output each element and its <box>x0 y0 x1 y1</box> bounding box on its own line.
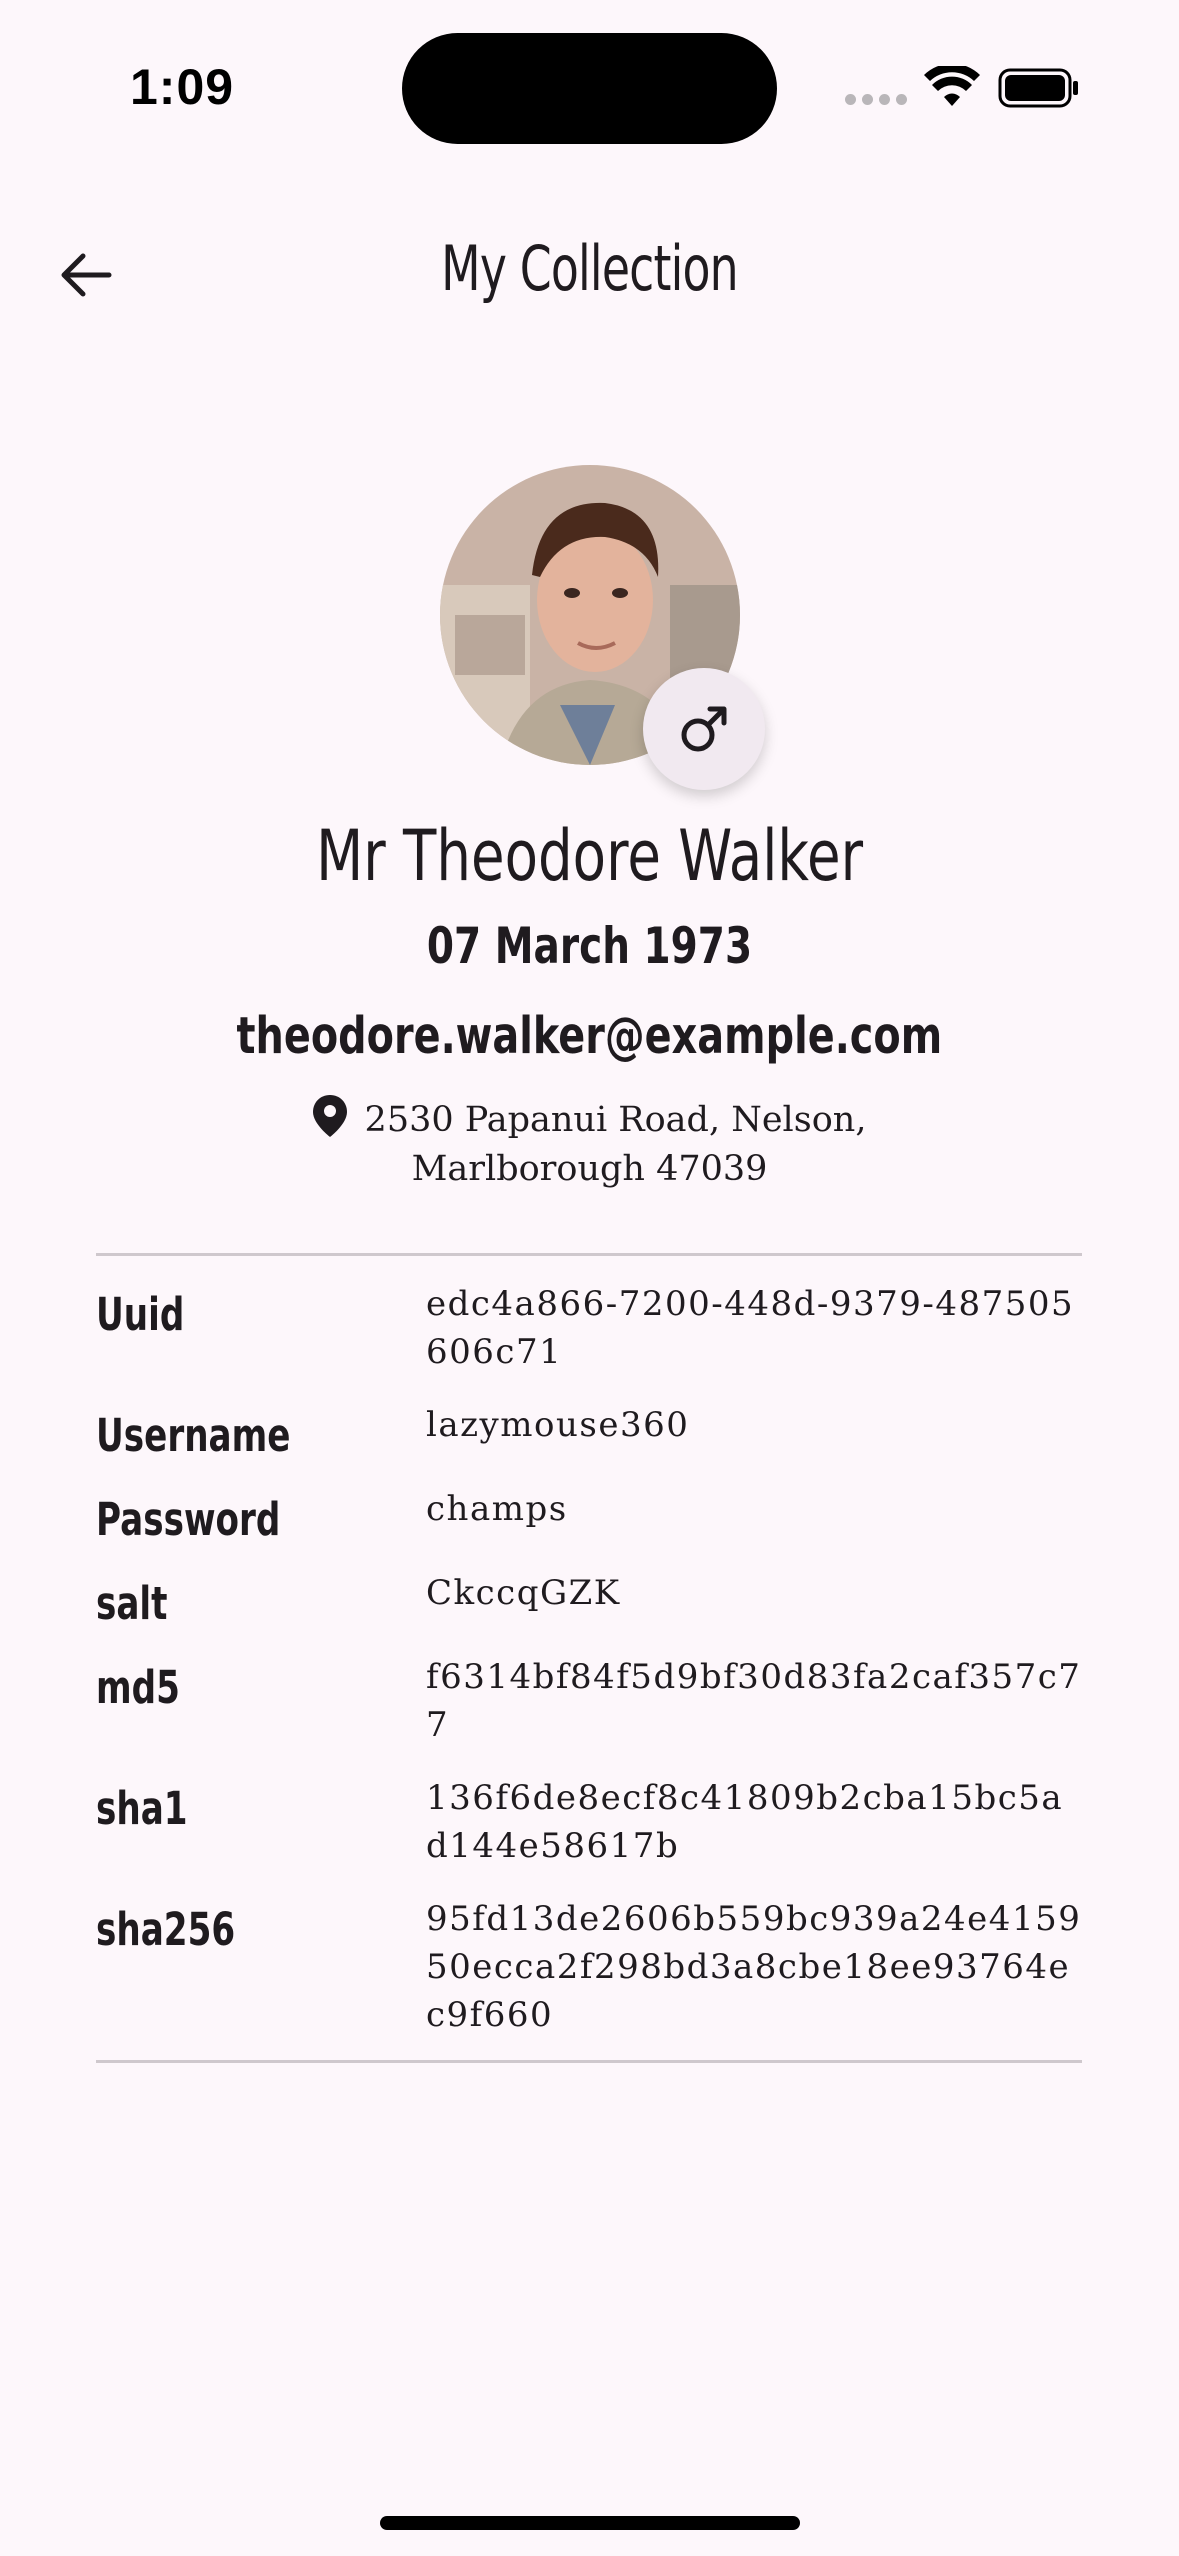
detail-row-salt: salt CkccqGZK <box>96 1569 1086 1653</box>
detail-row-sha256: sha256 95fd13de2606b559bc939a24e415950ec… <box>96 1895 1086 2055</box>
battery-icon <box>998 68 1078 108</box>
address: 2530 Papanui Road, Nelson, Marlborough 4… <box>0 1095 1179 1194</box>
profile-name: Mr Theodore Walker <box>0 815 1179 897</box>
divider-top <box>96 1253 1082 1256</box>
home-indicator[interactable] <box>380 2516 800 2530</box>
cellular-signal-icon <box>845 94 907 105</box>
detail-value: edc4a866-7200-448d-9379-487505606c71 <box>426 1284 1075 1372</box>
email: theodore.walker@example.com <box>0 1007 1179 1066</box>
address-line-2: Marlborough 47039 <box>411 1149 768 1189</box>
gender-badge <box>643 668 765 790</box>
detail-row-sha1: sha1 136f6de8ecf8c41809b2cba15bc5ad144e5… <box>96 1774 1086 1895</box>
detail-label: md5 <box>96 1661 180 1714</box>
male-icon <box>681 706 727 752</box>
detail-label: sha1 <box>96 1782 188 1835</box>
detail-label: Password <box>96 1493 281 1546</box>
detail-row-username: Username lazymouse360 <box>96 1401 1086 1485</box>
dynamic-island <box>402 33 777 144</box>
address-line-1: 2530 Papanui Road, Nelson, <box>364 1100 867 1140</box>
detail-label: salt <box>96 1577 168 1630</box>
status-time: 1:09 <box>130 59 235 115</box>
detail-value: 95fd13de2606b559bc939a24e415950ecca2f298… <box>426 1899 1082 2035</box>
detail-value: lazymouse360 <box>426 1405 690 1445</box>
detail-value: 136f6de8ecf8c41809b2cba15bc5ad144e58617b <box>426 1778 1064 1866</box>
date-of-birth-text: 07 March 1973 <box>426 917 753 975</box>
detail-row-uuid: Uuid edc4a866-7200-448d-9379-487505606c7… <box>96 1280 1086 1401</box>
detail-label: sha256 <box>96 1903 236 1956</box>
detail-label: Username <box>96 1409 291 1462</box>
details-table: Uuid edc4a866-7200-448d-9379-487505606c7… <box>96 1280 1086 2055</box>
detail-label: Uuid <box>96 1288 185 1341</box>
profile-name-text: Mr Theodore Walker <box>316 815 863 897</box>
detail-value: champs <box>426 1489 568 1529</box>
detail-value: CkccqGZK <box>426 1573 621 1613</box>
page-title: My Collection <box>441 232 738 305</box>
location-pin-icon <box>312 1095 347 1137</box>
wifi-icon <box>924 66 980 106</box>
arrow-left-icon <box>61 253 112 297</box>
detail-row-password: Password champs <box>96 1485 1086 1569</box>
divider-bottom <box>96 2060 1082 2063</box>
detail-value: f6314bf84f5d9bf30d83fa2caf357c77 <box>426 1657 1082 1745</box>
detail-row-md5: md5 f6314bf84f5d9bf30d83fa2caf357c77 <box>96 1653 1086 1774</box>
date-of-birth: 07 March 1973 <box>0 917 1179 975</box>
email-text: theodore.walker@example.com <box>236 1007 943 1066</box>
